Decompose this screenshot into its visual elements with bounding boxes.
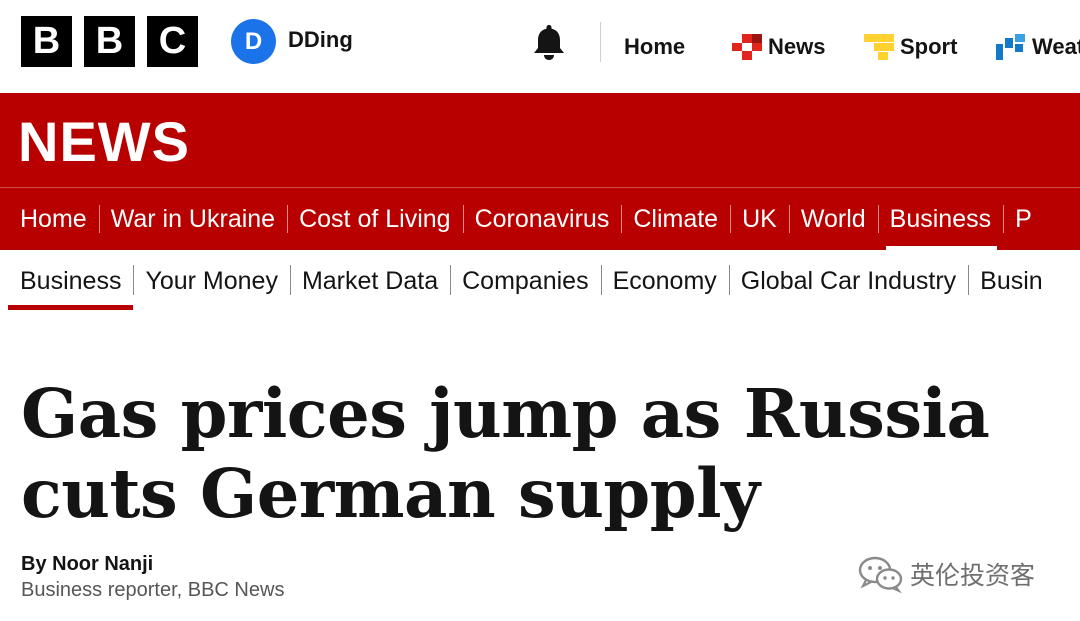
weather-icon [996,33,1025,60]
news-title[interactable]: NEWS [18,109,190,174]
subnav-item-truncated[interactable]: Busin [968,250,1055,312]
subnav-item-your-money[interactable]: Your Money [133,250,290,312]
topnav-home-label: Home [624,33,686,59]
nav-item-home[interactable]: Home [0,188,99,250]
article-byline: By Noor Nanji [21,553,154,575]
author-role: Business reporter, BBC News [21,579,285,601]
watermark: 英伦投资客 [858,555,1035,593]
news-icon [732,33,762,60]
sport-icon [864,33,894,60]
nav-item-climate[interactable]: Climate [621,188,730,250]
wechat-icon [858,556,903,593]
subnav-item-economy[interactable]: Economy [600,250,729,312]
news-banner: NEWS Home War in Ukraine Cost of Living … [0,93,1080,250]
logo-letter: B [21,16,72,67]
nav-item-uk[interactable]: UK [730,188,789,250]
subnav-item-business[interactable]: Business [0,250,134,312]
bbc-logo[interactable]: B B C [21,16,198,67]
topnav-weather-label: Weat [1032,33,1080,59]
nav-item-world[interactable]: World [788,188,878,250]
divider [600,22,601,62]
business-subnav: Business Your Money Market Data Companie… [0,250,1055,312]
nav-item-business[interactable]: Business [877,188,1003,250]
username-link[interactable]: DDing [288,27,353,53]
nav-item-coronavirus[interactable]: Coronavirus [462,188,622,250]
bell-icon[interactable] [531,23,567,61]
logo-letter: B [84,16,135,67]
subnav-item-companies[interactable]: Companies [450,250,600,312]
nav-item-truncated[interactable]: P [1003,188,1044,250]
article-headline: Gas prices jump as Russia cuts German su… [21,374,990,533]
nav-item-cost-of-living[interactable]: Cost of Living [287,188,462,250]
news-section-nav: Home War in Ukraine Cost of Living Coron… [0,188,1044,250]
topnav-home[interactable]: Home [624,0,685,93]
top-bar: B B C D DDing Home News Sport Weat [0,0,1080,93]
avatar[interactable]: D [231,19,276,64]
watermark-text: 英伦投资客 [910,562,1036,590]
subnav-item-global-car-industry[interactable]: Global Car Industry [728,250,968,312]
topnav-news[interactable]: News [732,0,825,93]
topnav-sport[interactable]: Sport [864,0,957,93]
nav-item-war-in-ukraine[interactable]: War in Ukraine [98,188,287,250]
topnav-news-label: News [768,33,826,59]
topnav-sport-label: Sport [900,33,958,59]
logo-letter: C [147,16,198,67]
subnav-item-market-data[interactable]: Market Data [289,250,450,312]
topnav-weather[interactable]: Weat [996,0,1080,93]
